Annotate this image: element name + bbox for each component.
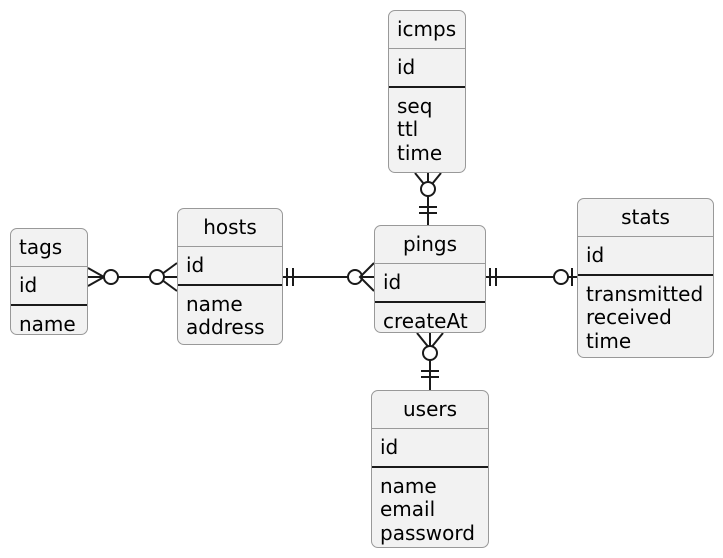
entity-pings-key: id <box>375 263 485 301</box>
attribute: time <box>586 328 632 353</box>
relationship-hosts-pings <box>283 262 375 292</box>
marker-icmps-zero-or-many <box>414 172 442 197</box>
attribute: password <box>380 520 475 545</box>
entity-stats-title: stats <box>621 205 670 229</box>
relationship-pings-stats <box>486 268 577 286</box>
marker-pings-exactly-one-top <box>419 206 437 214</box>
attribute: received <box>586 305 672 330</box>
attribute: time <box>397 140 443 165</box>
attribute: name <box>186 292 243 316</box>
marker-pings-zero-or-many-bottom <box>416 332 444 361</box>
attribute: name <box>19 312 76 335</box>
attribute: address <box>186 315 265 340</box>
marker-pings-exactly-one-right <box>489 268 497 286</box>
entity-users-attributes: name email password <box>372 466 488 547</box>
entity-stats[interactable]: stats id transmitted received time <box>577 198 714 358</box>
marker-hosts-exactly-one <box>286 268 294 286</box>
marker-users-exactly-one <box>421 370 439 378</box>
entity-stats-attributes: transmitted received time <box>578 274 713 357</box>
marker-pings-zero-or-many-left <box>347 262 375 292</box>
attribute: name <box>380 474 437 498</box>
attribute: seq <box>397 94 433 118</box>
entity-tags-attributes: name <box>11 304 87 335</box>
entity-tags[interactable]: tags id name <box>10 228 88 335</box>
entity-users-title: users <box>402 397 458 421</box>
marker-tags-zero-or-many <box>87 267 119 287</box>
entity-tags-key: id <box>11 266 87 304</box>
attribute: email <box>380 497 436 522</box>
er-diagram-canvas: tags id name hosts id name address pings… <box>0 0 723 558</box>
relationship-tags-hosts <box>87 262 178 292</box>
marker-hosts-zero-or-many <box>149 262 178 292</box>
entity-users[interactable]: users id name email password <box>371 390 489 548</box>
entity-icmps-key: id <box>389 48 465 86</box>
entity-tags-title: tags <box>19 235 63 259</box>
relationship-pings-users <box>416 332 444 390</box>
relationship-icmps-pings <box>414 172 442 225</box>
entity-users-key: id <box>372 428 488 466</box>
entity-pings-attributes: createAt <box>375 301 485 333</box>
attribute: ttl <box>397 117 419 142</box>
attribute: createAt <box>383 309 468 333</box>
entity-icmps-title: icmps <box>397 17 457 41</box>
entity-pings[interactable]: pings id createAt <box>374 225 486 333</box>
entity-hosts[interactable]: hosts id name address <box>177 208 283 345</box>
entity-pings-title: pings <box>402 232 458 256</box>
attribute: transmitted <box>586 282 704 306</box>
marker-stats-zero-or-one <box>553 268 573 286</box>
entity-hosts-attributes: name address <box>178 284 282 344</box>
entity-icmps-attributes: seq ttl time <box>389 86 465 172</box>
entity-hosts-key: id <box>178 246 282 284</box>
entity-icmps[interactable]: icmps id seq ttl time <box>388 10 466 173</box>
entity-hosts-title: hosts <box>203 215 257 239</box>
entity-stats-key: id <box>578 236 713 274</box>
